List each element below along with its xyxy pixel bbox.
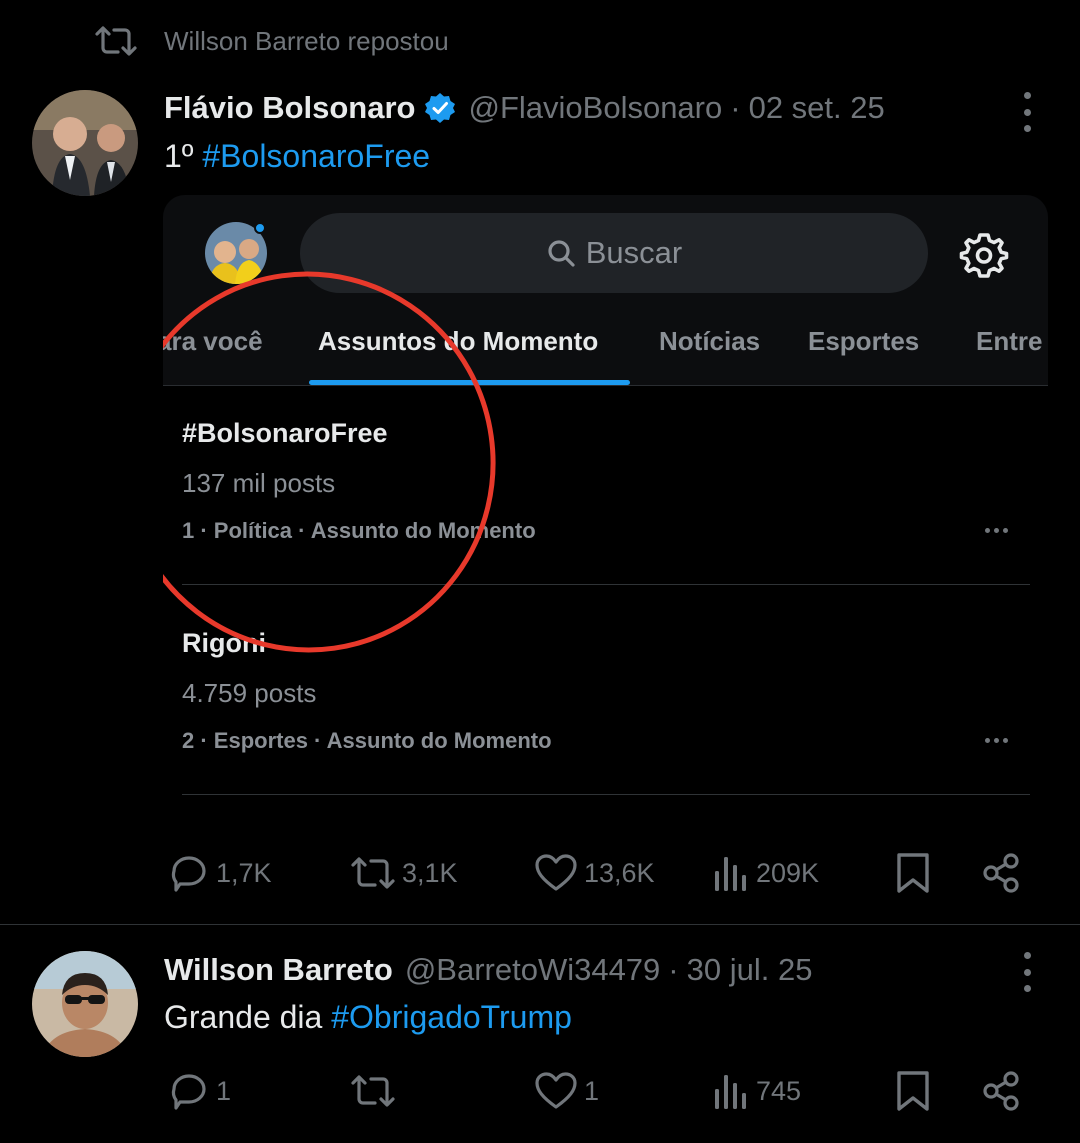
search-icon (546, 238, 576, 268)
notification-dot (254, 222, 266, 234)
separator: · (668, 952, 679, 987)
author-name[interactable]: Willson Barreto (164, 952, 393, 988)
repost-header: Willson Barreto repostou (94, 24, 449, 58)
author-handle[interactable]: @BarretoWi34479 (405, 952, 660, 988)
bookmark-icon (895, 852, 931, 894)
share-button[interactable] (980, 852, 1022, 894)
tab-for-you[interactable]: ara você (163, 326, 263, 357)
views-icon (712, 853, 750, 893)
verified-icon (424, 92, 456, 124)
bookmark-button[interactable] (895, 1070, 931, 1112)
views-button[interactable]: 209K (712, 852, 819, 894)
embedded-image[interactable]: Buscar ara você Assuntos do Momento Notí… (163, 195, 1048, 817)
like-button[interactable]: 1 (534, 1070, 599, 1112)
avatar[interactable] (32, 951, 138, 1057)
share-icon (980, 852, 1022, 894)
reply-button[interactable]: 1,7K (168, 852, 272, 894)
post-date[interactable]: 30 jul. 25 (687, 952, 813, 988)
post-header: Willson Barreto @BarretoWi34479 · 30 jul… (164, 950, 812, 990)
repost-icon (350, 1072, 396, 1110)
separator: · (730, 90, 741, 125)
views-count: 745 (756, 1075, 802, 1106)
more-vertical-icon[interactable] (1020, 92, 1034, 132)
post-text: 1º #BolsonaroFree (164, 138, 430, 175)
trend-meta: 1 · Política · Assunto do Momento (182, 518, 536, 543)
embed-tabs: ara você Assuntos do Momento Notícias Es… (163, 310, 1048, 386)
gear-icon[interactable] (959, 230, 1009, 280)
trend-title: Rigoni (182, 628, 266, 658)
reply-icon (168, 853, 210, 893)
tab-trending[interactable]: Assuntos do Momento (318, 326, 598, 357)
author-name[interactable]: Flávio Bolsonaro (164, 90, 415, 126)
views-count: 209K (756, 857, 820, 888)
trend-divider (182, 794, 1030, 795)
like-button[interactable]: 13,6K (534, 852, 655, 894)
share-button[interactable] (980, 1070, 1022, 1112)
trend-title: #BolsonaroFree (182, 418, 388, 448)
post-text-prefix: 1º (164, 138, 203, 174)
bookmark-icon (895, 1070, 931, 1112)
tab-entertainment[interactable]: Entre (976, 326, 1042, 357)
post-text-prefix: Grande dia (164, 999, 332, 1035)
reply-count: 1 (216, 1075, 232, 1106)
post-date[interactable]: 02 set. 25 (749, 90, 885, 126)
author-handle[interactable]: @FlavioBolsonaro (468, 90, 722, 126)
views-button[interactable]: 745 (712, 1070, 801, 1112)
more-horizontal-icon[interactable] (985, 528, 1008, 533)
trend-count: 137 mil posts (182, 468, 336, 498)
more-horizontal-icon[interactable] (985, 738, 1008, 743)
repost-button[interactable]: 3,1K (350, 852, 458, 894)
like-count: 13,6K (584, 857, 655, 888)
post-divider (0, 924, 1080, 925)
repost-icon (350, 854, 396, 892)
repost-button[interactable] (350, 1070, 402, 1112)
reply-count: 1,7K (216, 857, 272, 888)
like-count: 1 (584, 1075, 600, 1106)
repost-icon (94, 24, 138, 58)
trend-divider (182, 584, 1030, 585)
share-icon (980, 1070, 1022, 1112)
more-vertical-icon[interactable] (1020, 952, 1034, 992)
avatar[interactable] (32, 90, 138, 196)
tab-news[interactable]: Notícias (659, 326, 760, 357)
post-text: Grande dia #ObrigadoTrump (164, 999, 572, 1036)
reply-button[interactable]: 1 (168, 1070, 231, 1112)
bookmark-button[interactable] (895, 852, 931, 894)
views-icon (712, 1071, 750, 1111)
post-header: Flávio Bolsonaro @FlavioBolsonaro · 02 s… (164, 88, 885, 128)
reply-icon (168, 1071, 210, 1111)
hashtag-link[interactable]: #ObrigadoTrump (331, 999, 572, 1035)
trend-count: 4.759 posts (182, 678, 317, 708)
repost-label[interactable]: Willson Barreto repostou (164, 26, 449, 57)
search-placeholder: Buscar (585, 235, 683, 270)
hashtag-link[interactable]: #BolsonaroFree (202, 138, 430, 174)
search-bar[interactable]: Buscar (300, 213, 928, 293)
active-tab-indicator (309, 380, 630, 385)
repost-count: 3,1K (402, 857, 458, 888)
tab-sports[interactable]: Esportes (808, 326, 919, 357)
like-icon (534, 853, 578, 893)
trend-meta: 2 · Esportes · Assunto do Momento (182, 728, 552, 753)
like-icon (534, 1071, 578, 1111)
